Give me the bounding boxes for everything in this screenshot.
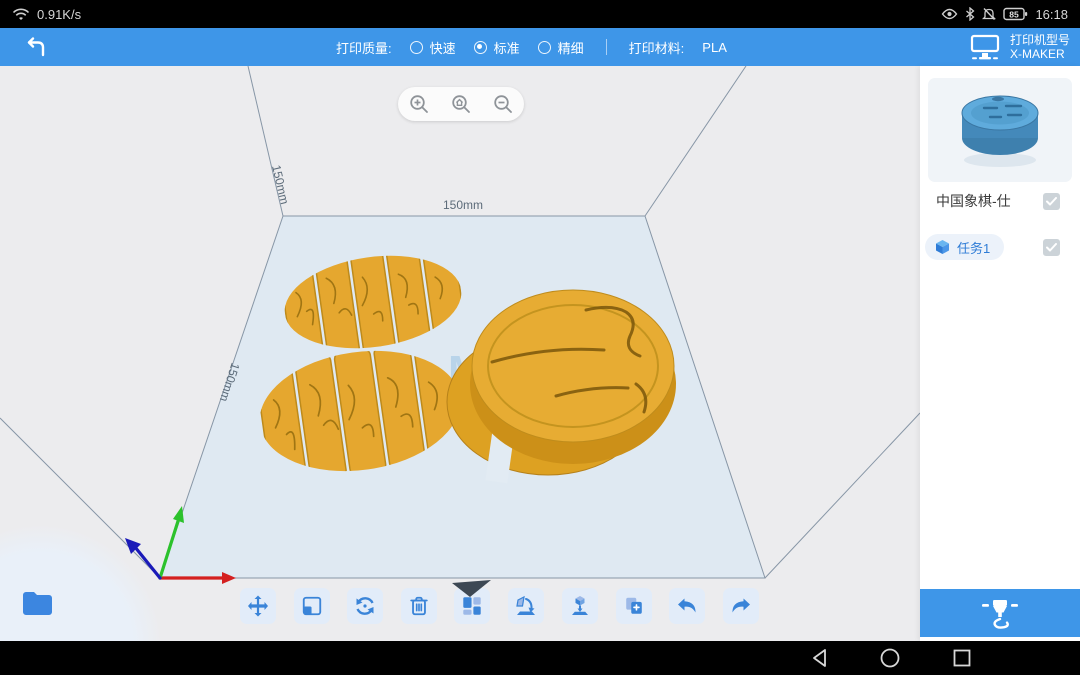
scale-tool-button[interactable] [294,588,330,624]
trash-icon [408,595,430,617]
check-icon [1046,243,1057,252]
model-list-item[interactable]: 中国象棋-仕 [920,188,1080,214]
quality-option-fast[interactable]: 快速 [410,38,456,57]
duplicate-icon [623,595,645,617]
redo-icon [729,594,753,618]
start-print-button[interactable] [920,589,1080,637]
task-cube-icon [935,239,950,255]
duplicate-tool-button[interactable] [616,588,652,624]
printer-monitor-icon [969,33,1001,61]
task-pill[interactable]: 任务1 [925,234,1004,260]
rotate-tool-button[interactable] [347,588,383,624]
print-settings-group: 打印质量: 快速 标准 精细 打印材料: PLA [336,28,727,66]
scene-3d: 150mm 150mm 150mm M [0,66,920,641]
redo-tool-button[interactable] [723,588,759,624]
support-icon [568,594,592,618]
app-toolbar: 打印质量: 快速 标准 精细 打印材料: PLA [0,28,1080,66]
slicer-app-window: 0.91K/s 85 16:18 [0,0,1080,675]
toolbar-divider [606,39,607,55]
nav-recents-button[interactable] [942,641,982,675]
zoom-reset-button[interactable] [446,89,476,119]
quality-option-fast-label: 快速 [430,38,456,57]
print-quality-label: 打印质量: [336,38,392,57]
model-checkbox[interactable] [1043,193,1060,210]
model-thumbnail-card[interactable] [928,78,1072,182]
task-checkbox[interactable] [1043,239,1060,256]
back-arrow-icon [21,35,49,59]
dimension-label-wall: 150mm [269,164,292,206]
rotate-icon [353,594,377,618]
frame-line-front-left [0,418,160,578]
notifications-off-icon [982,7,996,21]
nav-recents-icon [952,648,972,668]
android-navigation-bar [0,641,1080,675]
nav-home-icon [879,647,901,669]
printer-model-label: 打印机型号 [1010,33,1070,47]
nav-home-button[interactable] [870,641,910,675]
network-speed: 0.91K/s [37,7,81,22]
wifi-icon [12,7,30,21]
move-tool-button[interactable] [240,588,276,624]
delete-tool-button[interactable] [401,588,437,624]
eye-comfort-icon [941,8,958,20]
zoom-in-button[interactable] [404,89,434,119]
nav-back-button[interactable] [800,641,840,675]
battery-percent: 85 [1010,9,1020,19]
back-button[interactable] [18,32,52,62]
dimension-label-top: 150mm [443,198,483,212]
open-file-button[interactable] [20,588,58,620]
clock: 16:18 [1035,7,1068,22]
undo-icon [675,594,699,618]
print-material-value[interactable]: PLA [702,40,727,55]
support-tool-button[interactable] [562,588,598,624]
quality-option-fine[interactable]: 精细 [538,38,584,57]
model-list-sidebar: 中国象棋-仕 任务1 [920,66,1080,641]
tool-cursor-flag [451,579,493,599]
battery-icon: 85 [1003,7,1028,21]
quality-option-fine-label: 精细 [558,38,584,57]
quality-option-standard[interactable]: 标准 [474,38,520,57]
printer-model-value: X-MAKER [1010,47,1070,61]
task-name-label: 任务1 [957,238,990,257]
wall-edge-right [645,66,746,216]
zoom-out-button[interactable] [488,89,518,119]
bluetooth-icon [965,7,975,21]
lay-flat-icon [514,594,538,618]
zoom-controls [398,87,524,121]
android-status-bar: 0.91K/s 85 16:18 [0,0,1080,28]
check-icon [1046,197,1057,206]
lay-flat-tool-button[interactable] [508,588,544,624]
print-material-label: 打印材料: [629,38,685,57]
model-thumbnail [940,86,1060,174]
folder-icon [20,588,58,620]
radio-selected-icon [474,41,487,54]
quality-option-standard-label: 标准 [494,38,520,57]
scale-icon [301,595,323,617]
build-viewport[interactable]: 150mm 150mm 150mm M [0,66,920,641]
printer-model-selector[interactable]: 打印机型号 X-MAKER [969,28,1070,66]
frame-line-front-right [765,413,920,578]
task-list-item[interactable]: 任务1 [920,232,1080,262]
undo-tool-button[interactable] [669,588,705,624]
print-nozzle-icon [981,595,1019,631]
move-icon [246,594,270,618]
radio-unselected-icon [410,41,423,54]
nav-back-icon [810,647,830,669]
model-name-label: 中国象棋-仕 [936,191,1011,211]
radio-unselected-icon [538,41,551,54]
